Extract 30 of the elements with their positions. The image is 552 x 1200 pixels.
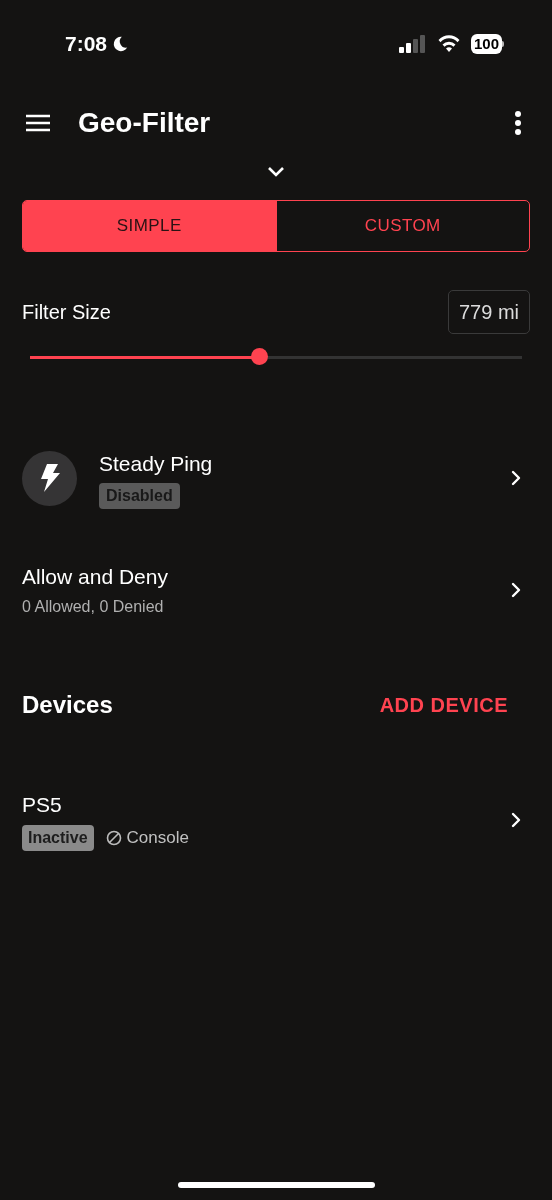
signal-icon — [398, 35, 427, 53]
steady-ping-title: Steady Ping — [99, 451, 213, 477]
status-time: 7:08 — [65, 31, 108, 58]
slider-thumb[interactable] — [251, 348, 269, 365]
more-options-icon[interactable] — [514, 111, 522, 135]
chevron-down-icon[interactable] — [266, 164, 286, 178]
device-name: PS5 — [22, 792, 62, 818]
mode-tab[interactable]: SIMPLE — [23, 201, 276, 251]
allow-deny-summary: 0 Allowed, 0 Denied — [22, 597, 165, 617]
allow-deny-title: Allow and Deny — [22, 563, 169, 590]
status-badge: Disabled — [99, 482, 180, 509]
devices-heading: Devices — [22, 690, 113, 720]
steady-ping-row[interactable]: Steady Ping Disabled — [22, 448, 530, 509]
device-row[interactable]: PS5 Inactive Console — [22, 789, 530, 851]
allow-deny-row[interactable]: Allow and Deny 0 Allowed, 0 Denied — [22, 560, 530, 619]
filter-size-value: 779 mi — [447, 290, 530, 334]
wifi-icon — [436, 35, 461, 53]
add-device-button[interactable]: ADD DEVICE — [379, 690, 508, 720]
menu-icon[interactable] — [24, 112, 52, 134]
filter-size-label: Filter Size — [22, 300, 111, 325]
battery-icon: 100 — [470, 34, 502, 54]
device-type: Console — [126, 826, 189, 849]
status-badge: Inactive — [22, 824, 94, 851]
screen-title: Geo-Filter — [78, 106, 212, 140]
chevron-right-icon — [510, 810, 522, 829]
no-entry-icon — [105, 829, 122, 846]
chevron-right-icon — [510, 580, 522, 599]
mode-tab[interactable]: CUSTOM — [275, 201, 529, 251]
chevron-right-icon — [510, 469, 522, 488]
filter-size-slider[interactable] — [30, 348, 522, 366]
